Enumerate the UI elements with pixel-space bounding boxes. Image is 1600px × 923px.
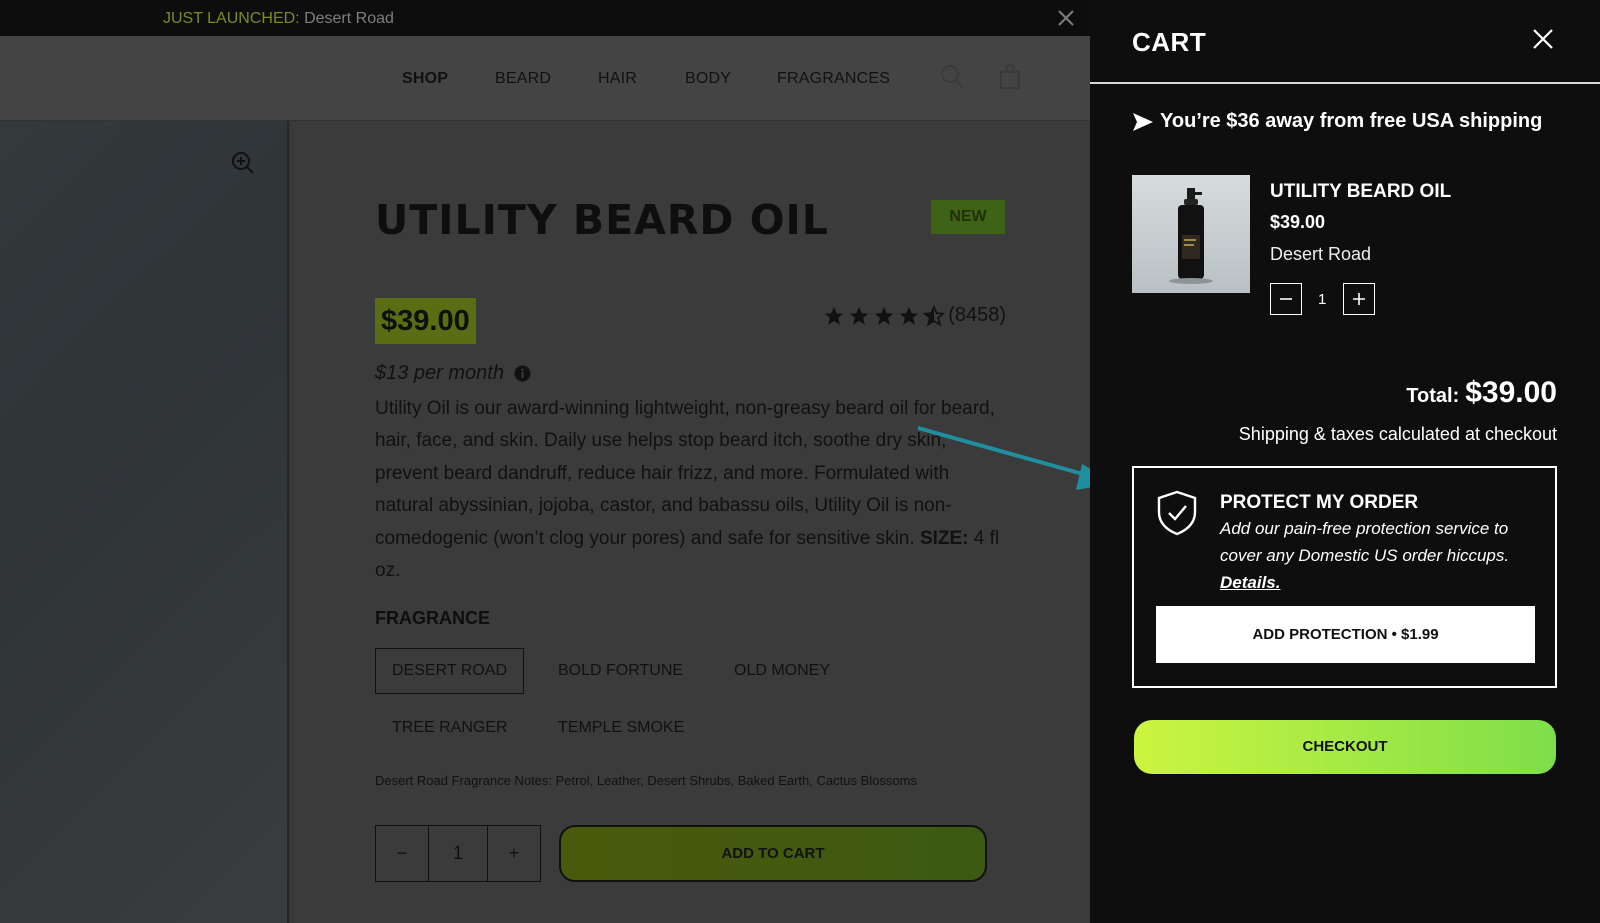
free-shipping-message: You’re $36 away from free USA shipping — [1132, 110, 1542, 133]
plus-icon — [1353, 293, 1365, 305]
installment-text: $13 per month — [375, 362, 531, 385]
shipping-message-text: You’re $36 away from free USA shipping — [1160, 110, 1543, 132]
star-icon — [850, 306, 869, 325]
fragrance-label: FRAGRANCE — [375, 608, 490, 628]
star-half-icon — [923, 304, 946, 326]
description-text: Utility Oil is our award-winning lightwe… — [375, 398, 995, 549]
cart-quantity-decrease-button[interactable] — [1270, 283, 1302, 315]
announcement-product: Desert Road — [299, 10, 394, 27]
rating-count: (8458) — [948, 304, 1006, 326]
quantity-increase-button[interactable]: + — [488, 826, 540, 881]
close-icon[interactable] — [1532, 28, 1554, 50]
close-icon[interactable] — [1057, 9, 1075, 27]
shield-check-icon — [1157, 490, 1197, 536]
fragrance-option-temple-smoke[interactable]: TEMPLE SMOKE — [541, 705, 701, 751]
nav-item-shop[interactable]: SHOP — [402, 70, 448, 88]
star-icon — [900, 306, 919, 325]
quantity-stepper: − 1 + — [375, 825, 541, 882]
minus-icon — [1280, 298, 1292, 300]
send-arrow-icon — [1133, 112, 1153, 131]
fragrance-notes: Desert Road Fragrance Notes: Petrol, Lea… — [375, 773, 917, 788]
protection-details-link[interactable]: Details. — [1220, 573, 1280, 592]
protection-title: PROTECT MY ORDER — [1220, 492, 1419, 513]
cart-header: CART — [1090, 0, 1600, 84]
cart-quantity-increase-button[interactable] — [1343, 283, 1375, 315]
total-value: $39.00 — [1465, 376, 1557, 409]
zoom-in-icon[interactable] — [231, 151, 255, 175]
nav-item-fragrances[interactable]: FRAGRANCES — [777, 70, 890, 88]
announcement-text[interactable]: JUST LAUNCHED: Desert Road — [163, 10, 394, 28]
protection-description: Add our pain-free protection service to … — [1220, 515, 1540, 596]
cart-total: Total: $39.00 — [1406, 376, 1557, 410]
announcement-bar: JUST LAUNCHED: Desert Road — [0, 0, 1090, 36]
search-icon[interactable] — [940, 64, 964, 90]
main-nav: SHOP BEARD HAIR BODY FRAGRANCES — [0, 36, 1090, 121]
checkout-button[interactable]: CHECKOUT — [1134, 720, 1556, 774]
add-to-cart-button[interactable]: ADD TO CART — [559, 825, 987, 882]
nav-item-body[interactable]: BODY — [685, 70, 731, 88]
bottle-icon — [1169, 188, 1213, 284]
star-icon — [875, 306, 894, 325]
size-label: SIZE: — [919, 527, 969, 549]
add-protection-button[interactable]: ADD PROTECTION • $1.99 — [1156, 606, 1535, 663]
new-badge: NEW — [931, 200, 1005, 234]
per-month-price: $13 per month — [375, 362, 504, 384]
product-rating[interactable]: (8458) — [823, 304, 1006, 327]
cart-drawer: CART You’re $36 away from free USA shipp… — [1090, 0, 1600, 923]
cart-title: CART — [1132, 27, 1207, 57]
fragrance-option-old-money[interactable]: OLD MONEY — [717, 648, 847, 694]
announcement-prefix: JUST LAUNCHED: — [163, 10, 300, 27]
cart-item-price: $39.00 — [1270, 212, 1326, 232]
product-thumbnail[interactable] — [1132, 175, 1250, 293]
protection-body-text: Add our pain-free protection service to … — [1220, 519, 1510, 565]
nav-item-beard[interactable]: BEARD — [495, 70, 551, 88]
product-gallery — [0, 121, 289, 923]
product-title: UTILITY BEARD OIL — [375, 196, 829, 244]
quantity-decrease-button[interactable]: − — [376, 826, 428, 881]
product-price: $39.00 — [375, 298, 476, 344]
cart-item-name: UTILITY BEARD OIL — [1270, 181, 1452, 202]
fragrance-option-desert-road[interactable]: DESERT ROAD — [375, 648, 524, 694]
star-icon — [825, 306, 844, 325]
cart-item-variant: Desert Road — [1270, 244, 1372, 264]
info-icon[interactable] — [514, 365, 531, 382]
nav-item-hair[interactable]: HAIR — [598, 70, 637, 88]
fragrance-option-tree-ranger[interactable]: TREE RANGER — [375, 705, 525, 751]
shipping-taxes-note: Shipping & taxes calculated at checkout — [1238, 424, 1557, 444]
quantity-value[interactable]: 1 — [428, 826, 488, 881]
protection-box: PROTECT MY ORDER Add our pain-free prote… — [1132, 466, 1557, 688]
cart-quantity-value[interactable]: 1 — [1318, 291, 1326, 308]
cart-icon[interactable] — [998, 64, 1022, 90]
fragrance-option-bold-fortune[interactable]: BOLD FORTUNE — [541, 648, 700, 694]
total-label: Total: — [1406, 385, 1460, 407]
product-details: UTILITY BEARD OIL NEW $39.00 (8458) $13 … — [291, 121, 1090, 923]
